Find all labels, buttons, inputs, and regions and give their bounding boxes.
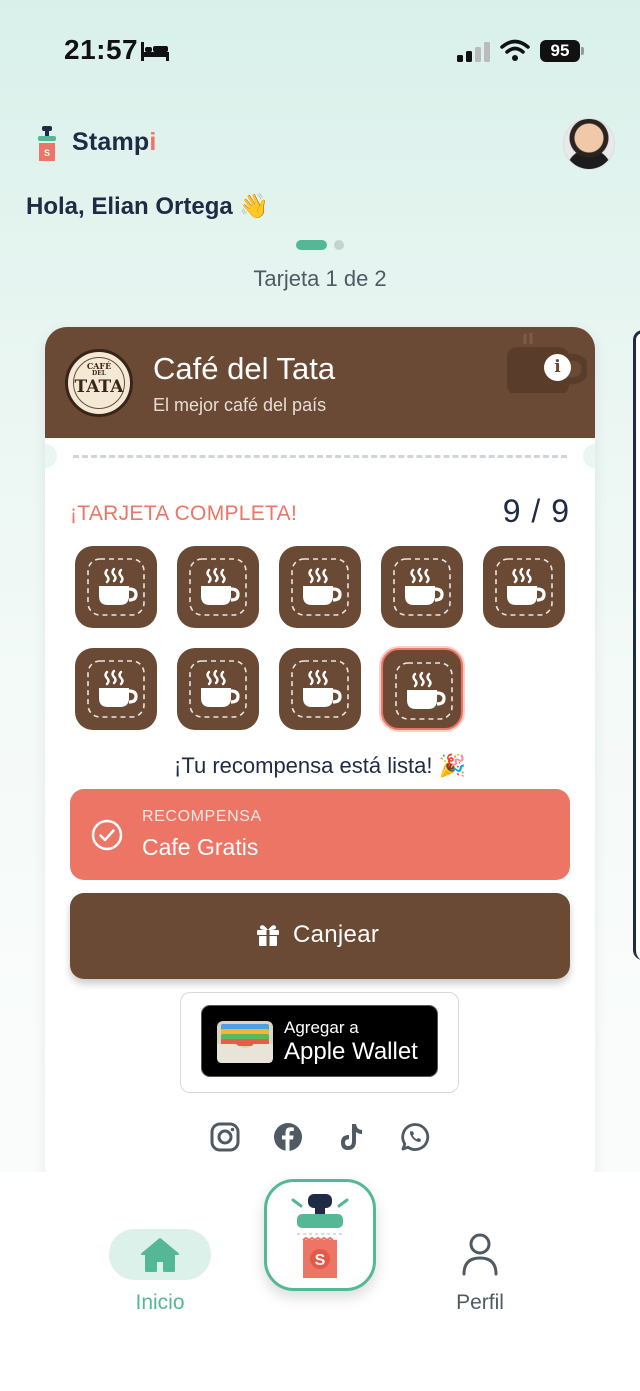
bed-icon xyxy=(141,42,169,61)
coffee-cup-icon xyxy=(291,660,349,718)
wifi-icon xyxy=(500,39,530,61)
business-tagline: El mejor café del país xyxy=(153,395,327,415)
business-name: Café del Tata xyxy=(153,351,336,386)
app-logo-text: Stampi xyxy=(72,128,157,156)
carousel-dots xyxy=(296,240,356,250)
reward-ready-text: ¡Tu recompensa está lista! 🎉 xyxy=(174,753,466,778)
coffee-cup-icon xyxy=(495,558,553,616)
coffee-cup-icon xyxy=(189,660,247,718)
stamp-filled xyxy=(483,546,565,628)
status-bar: 21:57 95 xyxy=(0,0,640,100)
gift-icon xyxy=(257,925,279,946)
ticket-notch-left xyxy=(45,444,57,468)
coffee-cup-icon xyxy=(87,558,145,616)
carousel-dot[interactable] xyxy=(334,240,344,250)
status-time: 21:57 xyxy=(64,34,139,65)
stamp-filled xyxy=(75,648,157,730)
reward-name: Cafe Gratis xyxy=(142,834,259,860)
home-icon xyxy=(141,1238,179,1272)
signal-icon xyxy=(457,42,490,62)
reward-banner: RECOMPENSA Cafe Gratis xyxy=(70,789,570,880)
greeting: Hola, Elian Ortega 👋 xyxy=(26,193,270,220)
stamp-filled xyxy=(381,546,463,628)
stamp-filled xyxy=(177,648,259,730)
stamp-icon: S xyxy=(291,1194,349,1278)
svg-text:S: S xyxy=(44,148,50,158)
ticket-perforation xyxy=(73,455,567,458)
coffee-cup-icon xyxy=(87,660,145,718)
svg-text:S: S xyxy=(315,1252,326,1269)
ticket-notch-right xyxy=(583,444,595,468)
stamp-filled xyxy=(177,546,259,628)
stamp-action-button[interactable]: S xyxy=(264,1179,376,1291)
check-circle-icon xyxy=(91,819,123,851)
wallet-line2: Apple Wallet xyxy=(284,1038,418,1065)
nav-home-label[interactable]: Inicio xyxy=(109,1291,211,1315)
wallet-icon xyxy=(217,1021,273,1063)
stamp-filled xyxy=(381,648,463,730)
battery-indicator: 95 xyxy=(540,40,580,62)
wallet-line1: Agregar a xyxy=(284,1018,359,1037)
user-icon[interactable] xyxy=(460,1232,500,1276)
stampi-logo-icon: S xyxy=(38,126,56,161)
reward-caption: RECOMPENSA xyxy=(142,808,262,825)
battery-tip xyxy=(581,47,584,55)
card-counter: Tarjeta 1 de 2 xyxy=(253,266,387,291)
whatsapp-icon[interactable] xyxy=(400,1122,430,1152)
stamp-filled xyxy=(75,546,157,628)
stamp-filled xyxy=(279,648,361,730)
wallet-frame: Agregar a Apple Wallet xyxy=(180,992,459,1093)
nav-profile-label[interactable]: Perfil xyxy=(430,1291,530,1315)
redeem-button[interactable]: Canjear xyxy=(70,893,570,979)
stamp-count: 9 / 9 xyxy=(502,493,570,529)
carousel-dot-active[interactable] xyxy=(296,240,327,250)
avatar[interactable] xyxy=(563,118,615,170)
card-header: CAFÉ DEL TATA Café del Tata El mejor caf… xyxy=(45,327,595,438)
business-logo: CAFÉ DEL TATA xyxy=(65,349,133,417)
card-status-label: ¡TARJETA COMPLETA! xyxy=(70,502,298,525)
add-to-apple-wallet-button[interactable]: Agregar a Apple Wallet xyxy=(201,1005,438,1077)
instagram-icon[interactable] xyxy=(210,1122,240,1152)
tiktok-icon[interactable] xyxy=(336,1122,366,1152)
next-card-peek[interactable] xyxy=(633,330,640,960)
redeem-label: Canjear xyxy=(293,921,380,948)
coffee-cup-icon xyxy=(393,558,451,616)
loyalty-card: CAFÉ DEL TATA Café del Tata El mejor caf… xyxy=(45,327,595,1187)
facebook-icon[interactable] xyxy=(273,1122,303,1152)
coffee-cup-icon xyxy=(395,662,453,720)
coffee-cup-icon xyxy=(189,558,247,616)
stamp-filled xyxy=(279,546,361,628)
coffee-cup-icon xyxy=(291,558,349,616)
nav-home-button[interactable] xyxy=(109,1229,211,1280)
info-button[interactable]: i xyxy=(544,354,571,381)
